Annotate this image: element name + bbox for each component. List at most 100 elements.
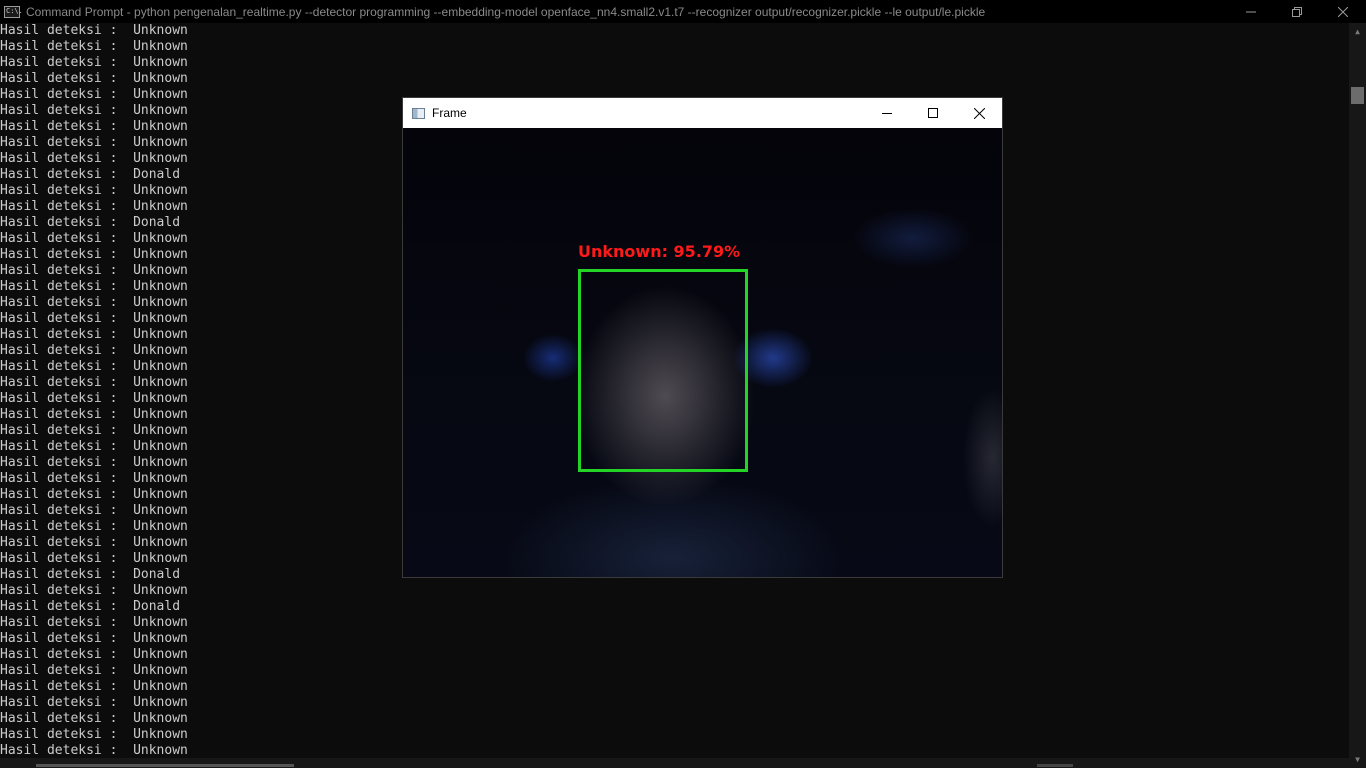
console-line-result: Unknown xyxy=(133,679,188,694)
frame-maximize-button[interactable] xyxy=(910,98,956,128)
console-line-result: Unknown xyxy=(133,135,188,150)
console-line-result: Unknown xyxy=(133,423,188,438)
frame-window[interactable]: Frame Unknown: 95.79% xyxy=(402,97,1003,578)
console-line-result: Unknown xyxy=(133,615,188,630)
console-line-prefix: Hasil deteksi : xyxy=(0,631,134,646)
console-line-result: Unknown xyxy=(133,263,188,278)
console-line-prefix: Hasil deteksi : xyxy=(0,263,134,278)
console-line: Hasil deteksi : Unknown xyxy=(0,39,1349,55)
console-line-result: Unknown xyxy=(133,471,188,486)
console-line-prefix: Hasil deteksi : xyxy=(0,695,134,710)
console-minimize-button[interactable] xyxy=(1228,0,1274,23)
console-line: Hasil deteksi : Unknown xyxy=(0,711,1349,727)
console-line-result: Unknown xyxy=(133,375,188,390)
console-line-prefix: Hasil deteksi : xyxy=(0,583,134,598)
console-line-result: Donald xyxy=(133,167,181,182)
console-line-result: Unknown xyxy=(133,39,188,54)
console-line-result: Unknown xyxy=(133,55,188,70)
console-line-prefix: Hasil deteksi : xyxy=(0,679,134,694)
console-line-prefix: Hasil deteksi : xyxy=(0,599,134,614)
horizontal-scrollbar[interactable] xyxy=(0,758,1349,768)
horizontal-scrollbar-thumb[interactable] xyxy=(36,764,294,767)
console-restore-button[interactable] xyxy=(1274,0,1320,23)
horizontal-scrollbar-mark xyxy=(1037,764,1073,767)
console-line-prefix: Hasil deteksi : xyxy=(0,615,134,630)
frame-minimize-button[interactable] xyxy=(864,98,910,128)
console-line: Hasil deteksi : Unknown xyxy=(0,663,1349,679)
console-line-prefix: Hasil deteksi : xyxy=(0,295,134,310)
frame-close-button[interactable] xyxy=(956,98,1002,128)
console-line-prefix: Hasil deteksi : xyxy=(0,343,134,358)
console-line-result: Donald xyxy=(133,567,181,582)
console-line: Hasil deteksi : Unknown xyxy=(0,743,1349,758)
console-line-prefix: Hasil deteksi : xyxy=(0,727,134,742)
console-window-title: Command Prompt - python pengenalan_realt… xyxy=(26,4,986,19)
scroll-down-arrow-icon[interactable]: ▼ xyxy=(1349,751,1366,768)
console-line-result: Unknown xyxy=(133,663,188,678)
console-line-prefix: Hasil deteksi : xyxy=(0,487,134,502)
console-line-prefix: Hasil deteksi : xyxy=(0,663,134,678)
frame-titlebar[interactable]: Frame xyxy=(403,98,1002,128)
scrollbar-thumb[interactable] xyxy=(1351,87,1364,104)
console-line-prefix: Hasil deteksi : xyxy=(0,551,134,566)
console-line-prefix: Hasil deteksi : xyxy=(0,567,134,582)
console-line-prefix: Hasil deteksi : xyxy=(0,311,134,326)
console-line: Hasil deteksi : Unknown xyxy=(0,679,1349,695)
console-line-result: Unknown xyxy=(133,583,188,598)
console-line: Hasil deteksi : Unknown xyxy=(0,631,1349,647)
console-line-result: Unknown xyxy=(133,119,188,134)
console-titlebar: C:\. Command Prompt - python pengenalan_… xyxy=(0,0,1366,23)
vertical-scrollbar[interactable]: ▲ ▼ xyxy=(1349,23,1366,768)
console-line-prefix: Hasil deteksi : xyxy=(0,71,134,86)
console-line-prefix: Hasil deteksi : xyxy=(0,743,134,758)
console-line-prefix: Hasil deteksi : xyxy=(0,359,134,374)
console-line-prefix: Hasil deteksi : xyxy=(0,375,134,390)
console-line: Hasil deteksi : Unknown xyxy=(0,647,1349,663)
console-line-result: Unknown xyxy=(133,151,188,166)
console-line-prefix: Hasil deteksi : xyxy=(0,199,134,214)
console-close-button[interactable] xyxy=(1320,0,1366,23)
console-line-result: Unknown xyxy=(133,743,188,758)
console-line-prefix: Hasil deteksi : xyxy=(0,391,134,406)
scroll-up-arrow-icon[interactable]: ▲ xyxy=(1349,23,1366,40)
console-line-prefix: Hasil deteksi : xyxy=(0,455,134,470)
window-icon xyxy=(412,107,425,119)
console-line-result: Unknown xyxy=(133,359,188,374)
console-line-result: Unknown xyxy=(133,343,188,358)
console-line-prefix: Hasil deteksi : xyxy=(0,279,134,294)
maximize-icon xyxy=(928,108,938,118)
console-line-prefix: Hasil deteksi : xyxy=(0,135,134,150)
console-line-prefix: Hasil deteksi : xyxy=(0,183,134,198)
minimize-icon xyxy=(882,113,892,114)
minimize-icon xyxy=(1246,11,1256,12)
console-line-prefix: Hasil deteksi : xyxy=(0,215,134,230)
console-line-result: Unknown xyxy=(133,631,188,646)
cmd-icon-text: C:\. xyxy=(6,7,23,15)
close-icon xyxy=(973,107,985,119)
console-line-result: Unknown xyxy=(133,247,188,262)
console-line-result: Unknown xyxy=(133,231,188,246)
console-line-result: Unknown xyxy=(133,487,188,502)
detection-label: Unknown: 95.79% xyxy=(578,242,741,261)
console-line-prefix: Hasil deteksi : xyxy=(0,151,134,166)
console-line: Hasil deteksi : Unknown xyxy=(0,727,1349,743)
console-line-result: Unknown xyxy=(133,311,188,326)
console-line-result: Unknown xyxy=(133,103,188,118)
console-line-result: Unknown xyxy=(133,407,188,422)
console-line: Hasil deteksi : Unknown xyxy=(0,55,1349,71)
console-line-result: Unknown xyxy=(133,727,188,742)
console-line-prefix: Hasil deteksi : xyxy=(0,167,134,182)
console-line-result: Unknown xyxy=(133,295,188,310)
console-line-prefix: Hasil deteksi : xyxy=(0,327,134,342)
console-line-prefix: Hasil deteksi : xyxy=(0,439,134,454)
console-line-prefix: Hasil deteksi : xyxy=(0,23,134,38)
console-line-result: Donald xyxy=(133,599,181,614)
console-line-prefix: Hasil deteksi : xyxy=(0,39,134,54)
console-line-result: Unknown xyxy=(133,183,188,198)
camera-feed: Unknown: 95.79% xyxy=(403,128,1002,577)
console-line-result: Unknown xyxy=(133,711,188,726)
console-line-prefix: Hasil deteksi : xyxy=(0,87,134,102)
console-line-prefix: Hasil deteksi : xyxy=(0,535,134,550)
console-line-result: Unknown xyxy=(133,23,188,38)
console-line-prefix: Hasil deteksi : xyxy=(0,711,134,726)
